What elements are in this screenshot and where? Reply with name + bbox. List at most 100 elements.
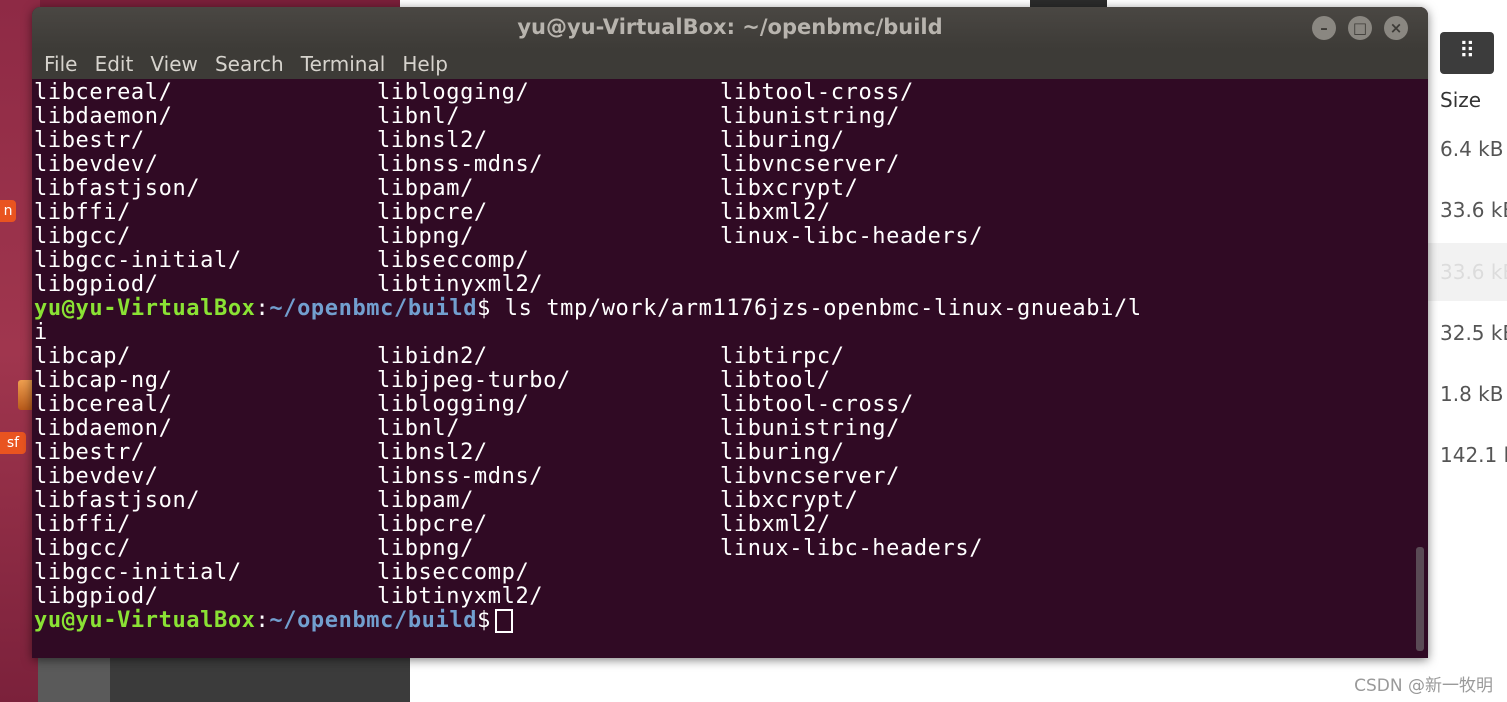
desktop-badge-n[interactable]: n bbox=[0, 200, 16, 222]
directory-entry: libunistring/ bbox=[720, 416, 900, 441]
file-size-cell: 6.4 kB bbox=[1440, 137, 1504, 161]
directory-entry: liburing/ bbox=[720, 440, 845, 465]
directory-entry: libvncserver/ bbox=[720, 152, 900, 177]
prompt-separator: : bbox=[255, 296, 270, 321]
directory-entry: libfastjson/ bbox=[34, 176, 201, 201]
terminal-cursor[interactable] bbox=[494, 609, 513, 633]
file-size-cell: 33.6 kB bbox=[1440, 260, 1507, 284]
listing-row: libevdev/libnss-mdns/libvncserver/ bbox=[34, 465, 1414, 489]
prompt-user: yu@yu-VirtualBox bbox=[34, 608, 256, 633]
menu-file[interactable]: File bbox=[44, 49, 77, 79]
terminal-window[interactable]: yu@yu-VirtualBox: ~/openbmc/build – □ × … bbox=[32, 7, 1428, 658]
directory-entry: libnl/ bbox=[377, 416, 461, 441]
minimize-icon[interactable]: – bbox=[1312, 16, 1336, 40]
directory-entry: liblogging/ bbox=[377, 80, 530, 105]
listing-row: libcap-ng/libjpeg-turbo/libtool/ bbox=[34, 369, 1414, 393]
prompt-separator: : bbox=[255, 608, 270, 633]
listing-row: libfastjson/libpam/libxcrypt/ bbox=[34, 489, 1414, 513]
directory-entry: libevdev/ bbox=[34, 152, 159, 177]
directory-entry: libdaemon/ bbox=[34, 104, 173, 129]
terminal-titlebar[interactable]: yu@yu-VirtualBox: ~/openbmc/build – □ × bbox=[32, 7, 1428, 49]
prompt-path: ~/openbmc/build bbox=[269, 608, 478, 633]
directory-entry: libnl/ bbox=[377, 104, 461, 129]
directory-entry: libgcc/ bbox=[34, 224, 131, 249]
menu-search[interactable]: Search bbox=[215, 49, 284, 79]
file-size-cell: 32.5 kB bbox=[1440, 321, 1507, 345]
directory-entry: libgcc-initial/ bbox=[34, 248, 242, 273]
file-manager-sidebar-item[interactable] bbox=[38, 658, 110, 702]
directory-entry: linux-libc-headers/ bbox=[720, 536, 984, 561]
directory-listing-2: libcap/libidn2/libtirpc/libcap-ng/libjpe… bbox=[34, 345, 1414, 609]
listing-row: libestr/libnsl2/liburing/ bbox=[34, 129, 1414, 153]
terminal-output[interactable]: libcereal/liblogging/libtool-cross/libda… bbox=[34, 81, 1414, 651]
directory-entry: libnsl2/ bbox=[377, 440, 488, 465]
directory-entry: libcereal/ bbox=[34, 80, 173, 105]
directory-entry: libxcrypt/ bbox=[720, 176, 859, 201]
directory-entry: libtinyxml2/ bbox=[377, 584, 544, 609]
directory-entry: libgcc-initial/ bbox=[34, 560, 242, 585]
listing-row: libdaemon/libnl/libunistring/ bbox=[34, 417, 1414, 441]
directory-entry: libfastjson/ bbox=[34, 488, 201, 513]
directory-entry: libtinyxml2/ bbox=[377, 272, 544, 297]
directory-entry: libunistring/ bbox=[720, 104, 900, 129]
directory-entry: libpng/ bbox=[377, 536, 474, 561]
directory-entry: libpam/ bbox=[377, 488, 474, 513]
directory-entry: libestr/ bbox=[34, 440, 145, 465]
directory-entry: libjpeg-turbo/ bbox=[377, 368, 571, 393]
prompt-dollar: $ bbox=[477, 296, 491, 321]
listing-row: libestr/libnsl2/liburing/ bbox=[34, 441, 1414, 465]
window-title: yu@yu-VirtualBox: ~/openbmc/build bbox=[517, 15, 943, 39]
file-size-cell: 1.8 kB bbox=[1440, 382, 1504, 406]
directory-entry: libcereal/ bbox=[34, 392, 173, 417]
directory-entry: liburing/ bbox=[720, 128, 845, 153]
listing-row: libevdev/libnss-mdns/libvncserver/ bbox=[34, 153, 1414, 177]
menu-help[interactable]: Help bbox=[402, 49, 448, 79]
listing-row: libgcc/libpng/linux-libc-headers/ bbox=[34, 537, 1414, 561]
size-column-header[interactable]: Size bbox=[1440, 88, 1481, 112]
directory-entry: libnsl2/ bbox=[377, 128, 488, 153]
menu-terminal[interactable]: Terminal bbox=[301, 49, 386, 79]
listing-row: libgcc-initial/libseccomp/ bbox=[34, 561, 1414, 585]
listing-row: libcap/libidn2/libtirpc/ bbox=[34, 345, 1414, 369]
menu-edit[interactable]: Edit bbox=[95, 49, 134, 79]
directory-entry: libffi/ bbox=[34, 512, 131, 537]
directory-entry: libtirpc/ bbox=[720, 344, 845, 369]
directory-entry: libseccomp/ bbox=[377, 248, 530, 273]
directory-entry: libseccomp/ bbox=[377, 560, 530, 585]
desktop-badge-sf[interactable]: sf bbox=[0, 432, 26, 454]
file-size-cell: 142.1 kB bbox=[1440, 443, 1507, 467]
directory-entry: libpam/ bbox=[377, 176, 474, 201]
prompt-path: ~/openbmc/build bbox=[269, 296, 478, 321]
directory-entry: libevdev/ bbox=[34, 464, 159, 489]
directory-listing-1: libcereal/liblogging/libtool-cross/libda… bbox=[34, 81, 1414, 297]
directory-entry: libffi/ bbox=[34, 200, 131, 225]
watermark: CSDN @新一牧明 bbox=[1354, 676, 1493, 696]
close-icon[interactable]: × bbox=[1384, 16, 1408, 40]
listing-row: libgcc-initial/libseccomp/ bbox=[34, 249, 1414, 273]
maximize-icon[interactable]: □ bbox=[1348, 16, 1372, 40]
directory-entry: libgcc/ bbox=[34, 536, 131, 561]
grid-menu-icon[interactable]: ⠿ bbox=[1440, 32, 1494, 74]
directory-entry: libvncserver/ bbox=[720, 464, 900, 489]
directory-entry: libtool-cross/ bbox=[720, 392, 914, 417]
command-text: ls tmp/work/arm1176jzs-openbmc-linux-gnu… bbox=[490, 296, 1142, 321]
menu-bar: File Edit View Search Terminal Help bbox=[32, 49, 1428, 79]
terminal-scrollbar[interactable] bbox=[1416, 547, 1424, 651]
listing-row: libgcc/libpng/linux-libc-headers/ bbox=[34, 225, 1414, 249]
menu-view[interactable]: View bbox=[150, 49, 197, 79]
directory-entry: libpng/ bbox=[377, 224, 474, 249]
listing-row: libcereal/liblogging/libtool-cross/ bbox=[34, 81, 1414, 105]
directory-entry: libestr/ bbox=[34, 128, 145, 153]
directory-entry: libtool-cross/ bbox=[720, 80, 914, 105]
listing-row: libgpiod/libtinyxml2/ bbox=[34, 585, 1414, 609]
directory-entry: libpcre/ bbox=[377, 200, 488, 225]
directory-entry: libxml2/ bbox=[720, 200, 831, 225]
directory-entry: libcap-ng/ bbox=[34, 368, 173, 393]
file-size-cell: 33.6 kB bbox=[1440, 198, 1507, 222]
current-prompt-line[interactable]: yu@yu-VirtualBox:~/openbmc/build$ bbox=[34, 609, 1414, 633]
directory-entry: libtool/ bbox=[720, 368, 831, 393]
listing-row: libffi/libpcre/libxml2/ bbox=[34, 201, 1414, 225]
directory-entry: libnss-mdns/ bbox=[377, 464, 544, 489]
listing-row: libffi/libpcre/libxml2/ bbox=[34, 513, 1414, 537]
listing-row: libdaemon/libnl/libunistring/ bbox=[34, 105, 1414, 129]
